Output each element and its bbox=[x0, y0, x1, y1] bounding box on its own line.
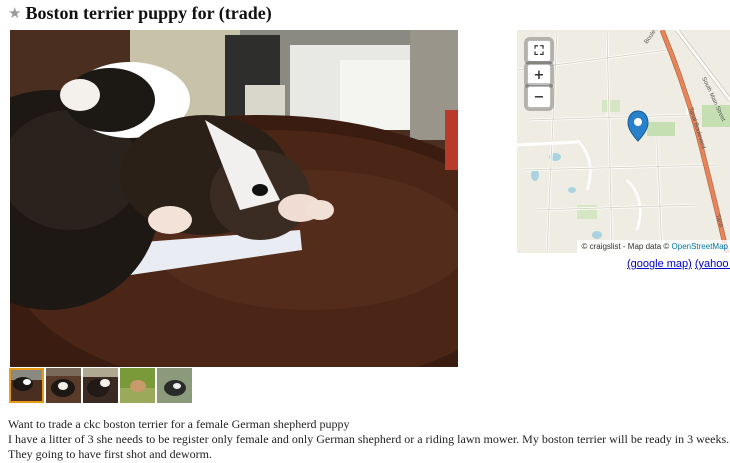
map-widget[interactable]: Boulevard South Main Street Tanal Boulev… bbox=[517, 30, 730, 253]
body-line-2: I have a litter of 3 she needs to be reg… bbox=[8, 432, 730, 446]
favorite-star-icon[interactable]: ★ bbox=[8, 5, 21, 21]
attribution-text: © craigslist - Map data © bbox=[581, 242, 670, 251]
zoom-out-button[interactable]: − bbox=[527, 86, 551, 108]
body-line-3: They going to have first shot and deworm… bbox=[8, 447, 212, 461]
thumbnail-1[interactable] bbox=[9, 368, 44, 403]
thumbnail-5[interactable] bbox=[157, 368, 192, 403]
thumbnail-3[interactable] bbox=[83, 368, 118, 403]
puppy-photo bbox=[10, 30, 458, 367]
body-line-1: Want to trade a ckc boston terrier for a… bbox=[8, 417, 350, 431]
thumbnail-strip bbox=[9, 368, 192, 403]
posting-title-row: ★ Boston terrier puppy for (trade) bbox=[8, 2, 272, 24]
thumbnail-4[interactable] bbox=[120, 368, 155, 403]
posting-title: Boston terrier puppy for (trade) bbox=[25, 2, 272, 23]
zoom-in-button[interactable]: + bbox=[527, 64, 551, 86]
openstreetmap-link[interactable]: OpenStreetMap bbox=[672, 242, 728, 251]
yahoo-map-link[interactable]: (yahoo map) bbox=[695, 258, 730, 270]
google-map-link[interactable]: (google map) bbox=[627, 258, 692, 270]
posting-body: Want to trade a ckc boston terrier for a… bbox=[8, 417, 730, 462]
fullscreen-button[interactable]: ⛶ bbox=[527, 40, 551, 62]
map-attribution: © craigslist - Map data © OpenStreetMap bbox=[577, 240, 730, 253]
map-links: (google map) (yahoo map) bbox=[627, 258, 730, 270]
main-photo[interactable] bbox=[10, 30, 458, 367]
thumbnail-2[interactable] bbox=[46, 368, 81, 403]
